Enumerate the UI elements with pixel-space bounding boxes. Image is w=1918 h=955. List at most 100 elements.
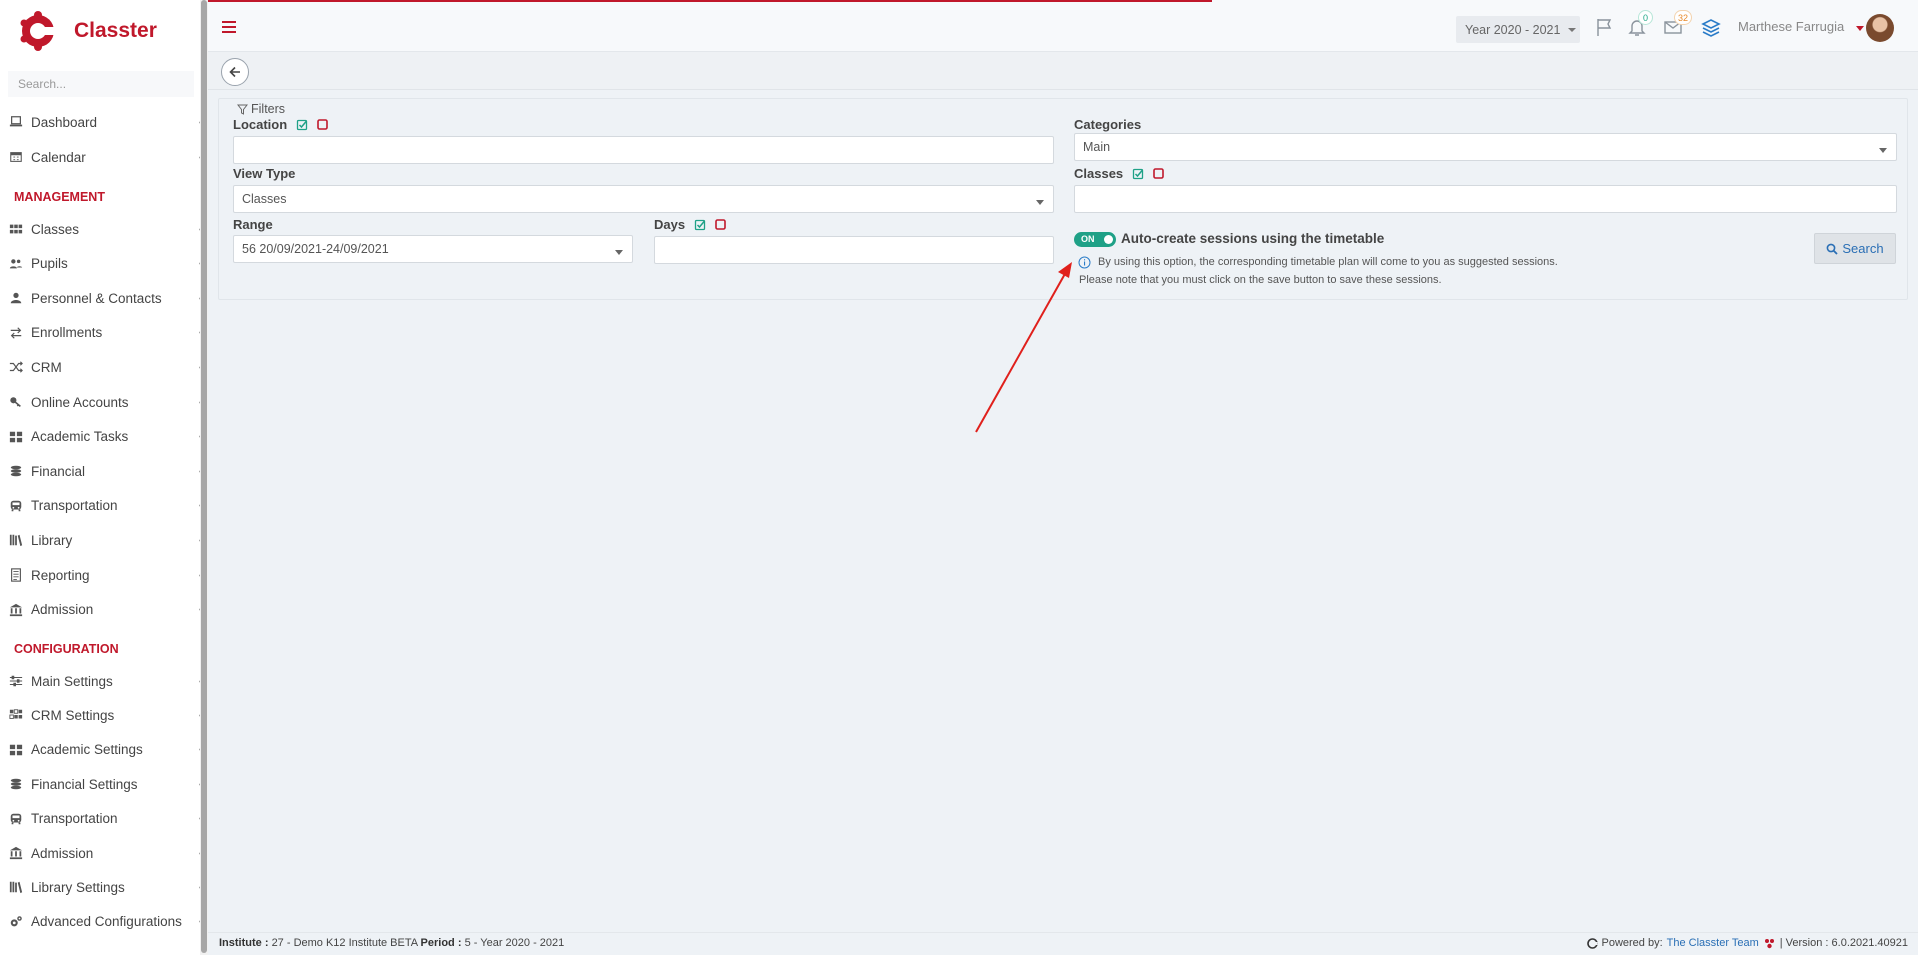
sidebar-item-label: Library Settings	[31, 879, 125, 895]
clear-selection-icon[interactable]	[316, 118, 329, 131]
view-type-label-text: View Type	[233, 166, 296, 181]
institute-label: Institute :	[219, 937, 269, 949]
clear-selection-icon[interactable]	[714, 218, 727, 231]
sidebar-item-label: Academic Settings	[31, 742, 143, 758]
exchange-icon	[7, 325, 25, 341]
range-select[interactable]: 56 20/09/2021-24/09/2021	[233, 235, 633, 263]
sidebar-item-enrollments[interactable]: Enrollments‹	[0, 319, 202, 347]
envelope-icon[interactable]: 32	[1662, 10, 1693, 40]
days-input[interactable]	[654, 236, 1054, 264]
powered-by-text: Powered by:	[1601, 937, 1663, 949]
sidebar-item-label: Reporting	[31, 567, 90, 583]
breadcrumb-bar	[208, 52, 1918, 90]
view-type-value: Classes	[242, 192, 287, 206]
sidebar-item-label: Classes	[31, 221, 80, 237]
sidebar-item-financial[interactable]: Financial‹	[0, 457, 202, 485]
user-menu-caret-icon[interactable]	[1856, 26, 1864, 31]
shuffle-icon	[7, 359, 25, 375]
bus-icon	[7, 498, 25, 514]
sidebar-item-financial-settings[interactable]: Financial Settings‹	[0, 770, 202, 798]
sidebar-item-online-accounts[interactable]: Online Accounts‹	[0, 388, 202, 416]
footer-institute: Institute : 27 - Demo K12 Institute BETA…	[219, 937, 564, 949]
filter-icon	[237, 104, 248, 115]
user-name[interactable]: Marthese Farrugia	[1738, 19, 1844, 34]
sidebar-item-classes[interactable]: Classes‹	[0, 215, 202, 243]
back-button[interactable]	[221, 58, 249, 86]
footer-powered: Powered by: The Classter Team | Version …	[1587, 937, 1908, 949]
chevron-down-icon	[1036, 200, 1044, 205]
chevron-down-icon	[615, 250, 623, 255]
location-label-text: Location	[233, 117, 288, 132]
select-all-icon[interactable]	[296, 118, 309, 131]
gears-icon	[7, 914, 25, 930]
select-all-icon[interactable]	[694, 218, 707, 231]
classter-team-link[interactable]: The Classter Team	[1667, 937, 1759, 949]
search-button[interactable]: Search	[1814, 233, 1896, 264]
toggle-knob	[1104, 235, 1113, 244]
institution-icon	[7, 845, 25, 861]
sidebar-item-dashboard[interactable]: Dashboard‹	[0, 108, 202, 136]
sidebar: Classter Dashboard‹ Calendar‹ MANAGEMENT Cl…	[0, 0, 202, 955]
sidebar-item-crm-settings[interactable]: CRM Settings‹	[0, 701, 202, 729]
flag-icon[interactable]	[1594, 16, 1618, 40]
sidebar-item-label: Financial Settings	[31, 776, 138, 792]
coins-icon	[7, 776, 25, 792]
bell-icon[interactable]: 0	[1626, 10, 1653, 40]
sidebar-item-transportation[interactable]: Transportation‹	[0, 492, 202, 520]
management-heading: MANAGEMENT	[14, 190, 105, 204]
sidebar-item-academic-tasks[interactable]: Academic Tasks‹	[0, 423, 202, 451]
sidebar-item-calendar[interactable]: Calendar‹	[0, 143, 202, 171]
sidebar-item-label: Personnel & Contacts	[31, 290, 162, 306]
info-text-line1: By using this option, the corresponding …	[1098, 256, 1558, 268]
brand[interactable]: Classter	[18, 8, 157, 54]
auto-create-toggle[interactable]: ON	[1074, 232, 1116, 247]
arrow-left-icon	[229, 66, 240, 78]
tasks-stack-icon[interactable]	[1700, 16, 1724, 40]
categories-select[interactable]: Main	[1074, 133, 1897, 161]
key-icon	[7, 394, 25, 410]
sidebar-item-admission[interactable]: Admission‹	[0, 596, 202, 624]
sidebar-item-crm[interactable]: CRM‹	[0, 353, 202, 381]
sidebar-item-library-settings[interactable]: Library Settings‹	[0, 873, 202, 901]
sidebar-item-personnel-contacts[interactable]: Personnel & Contacts‹	[0, 284, 202, 312]
sidebar-item-admission[interactable]: Admission‹	[0, 839, 202, 867]
crm-grid-icon	[7, 707, 25, 723]
chevron-down-icon	[1568, 27, 1577, 32]
books-icon	[7, 532, 25, 548]
sidebar-search-input[interactable]	[8, 71, 194, 97]
sidebar-item-label: Online Accounts	[31, 394, 129, 410]
sidebar-item-advanced-configurations[interactable]: Advanced Configurations‹	[0, 908, 202, 936]
menu-toggle-icon[interactable]	[222, 21, 236, 33]
laptop-icon	[7, 114, 25, 130]
sidebar-item-pupils[interactable]: Pupils‹	[0, 250, 202, 278]
select-all-icon[interactable]	[1132, 167, 1145, 180]
location-input[interactable]	[233, 136, 1054, 164]
bus-icon	[7, 811, 25, 827]
sidebar-item-label: Advanced Configurations	[31, 914, 182, 930]
grid-icon	[7, 742, 25, 758]
version-text: | Version : 6.0.2021.40921	[1779, 937, 1908, 949]
sidebar-item-label: Admission	[31, 602, 94, 618]
avatar[interactable]	[1866, 14, 1894, 42]
sidebar-scrollbar[interactable]	[200, 0, 208, 955]
classes-label-text: Classes	[1074, 166, 1124, 181]
year-selector[interactable]: Year 2020 - 2021	[1456, 16, 1580, 43]
sidebar-item-main-settings[interactable]: Main Settings‹	[0, 667, 202, 695]
classes-input[interactable]	[1074, 185, 1897, 213]
sidebar-item-label: Transportation	[31, 498, 118, 514]
period-value: 5 - Year 2020 - 2021	[464, 937, 565, 949]
sidebar-item-transportation[interactable]: Transportation‹	[0, 805, 202, 833]
sidebar-item-academic-settings[interactable]: Academic Settings‹	[0, 736, 202, 764]
range-label-text: Range	[233, 217, 273, 232]
location-label: Location	[233, 117, 329, 132]
sidebar-item-label: Admission	[31, 845, 94, 861]
view-type-select[interactable]: Classes	[233, 185, 1054, 213]
sidebar-item-label: CRM Settings	[31, 707, 115, 723]
sidebar-item-reporting[interactable]: Reporting‹	[0, 561, 202, 589]
days-label: Days	[654, 217, 727, 232]
calendar-icon	[7, 149, 25, 165]
info-icon	[1078, 256, 1091, 269]
auto-create-label: Auto-create sessions using the timetable	[1121, 231, 1385, 246]
clear-selection-icon[interactable]	[1152, 167, 1165, 180]
sidebar-item-library[interactable]: Library‹	[0, 526, 202, 554]
